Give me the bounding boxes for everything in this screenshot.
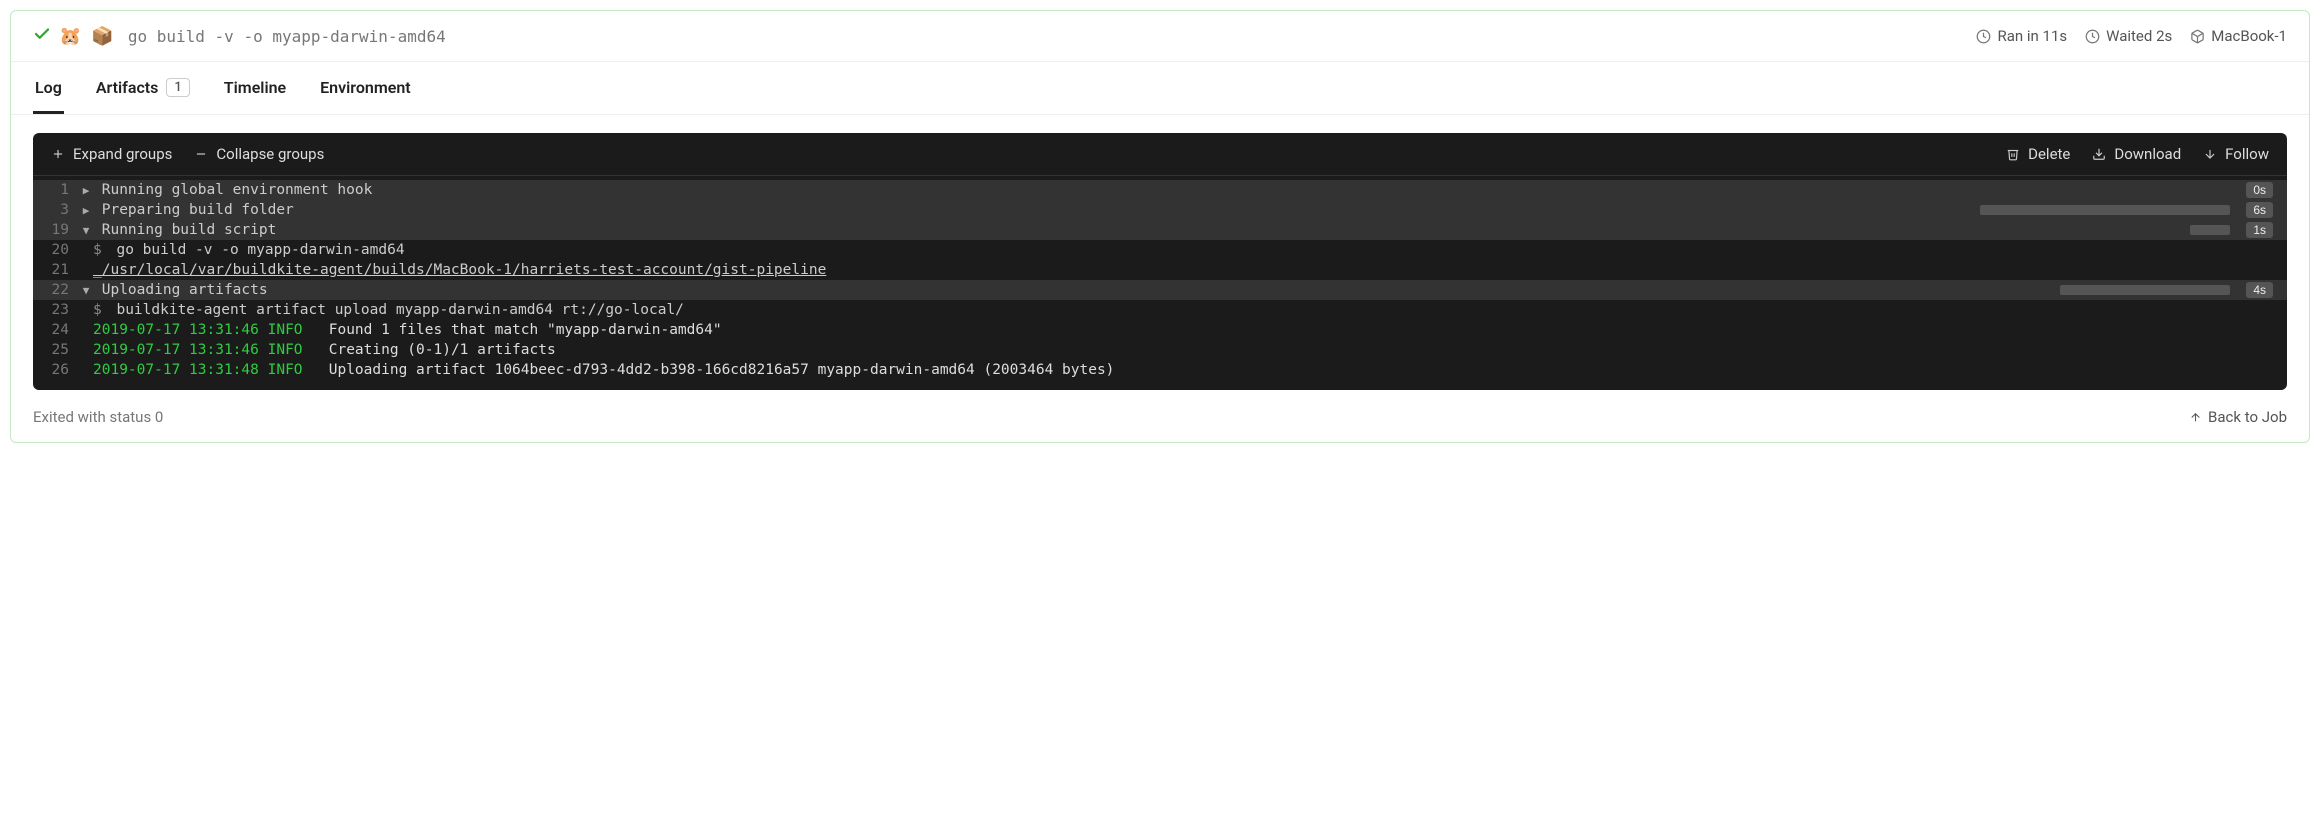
tab-log-label: Log <box>35 78 62 97</box>
log-group-header[interactable]: 22▼ Uploading artifacts 4s <box>33 280 2287 300</box>
line-number: 20 <box>33 242 79 258</box>
log-text: $ buildkite-agent artifact upload myapp-… <box>93 302 2273 318</box>
tab-bar: Log Artifacts 1 Timeline Environment <box>11 62 2309 115</box>
log-line: 20 $ go build -v -o myapp-darwin-amd64 <box>33 240 2287 260</box>
log-group-header[interactable]: 1▶ Running global environment hook 0s <box>33 180 2287 200</box>
log-text: Running global environment hook <box>93 182 2238 198</box>
artifacts-count-badge: 1 <box>166 78 189 97</box>
arrow-up-icon <box>2189 411 2202 424</box>
follow-label: Follow <box>2225 145 2269 163</box>
trash-icon <box>2006 147 2020 161</box>
clock-icon <box>2085 29 2100 44</box>
caret-icon: ▶ <box>79 204 93 217</box>
package-icon: 📦 <box>91 26 113 47</box>
duration-badge: 6s <box>2246 202 2273 218</box>
download-button[interactable]: Download <box>2092 145 2181 163</box>
duration-bar <box>1980 205 2230 215</box>
log-group-header[interactable]: 3▶ Preparing build folder 6s <box>33 200 2287 220</box>
caret-icon: ▼ <box>79 224 93 237</box>
collapse-groups-label: Collapse groups <box>216 145 324 163</box>
exit-status: Exited with status 0 <box>33 408 163 426</box>
log-text: 2019-07-17 13:31:48 INFO Uploading artif… <box>93 362 2273 378</box>
duration-badge: 0s <box>2246 182 2273 198</box>
line-number: 22 <box>33 282 79 298</box>
tab-environment[interactable]: Environment <box>318 62 412 114</box>
delete-button[interactable]: Delete <box>2006 145 2070 163</box>
log-container: Expand groups Collapse groups Delete Dow… <box>11 115 2309 400</box>
minus-icon <box>194 147 208 161</box>
arrow-down-icon <box>2203 147 2217 161</box>
log-text: 2019-07-17 13:31:46 INFO Found 1 files t… <box>93 322 2273 338</box>
log-line: 25 2019-07-17 13:31:46 INFO Creating (0-1… <box>33 340 2287 360</box>
log-text: Uploading artifacts <box>93 282 2060 298</box>
caret-icon: ▼ <box>79 284 93 297</box>
log-body[interactable]: 1▶ Running global environment hook 0s 3▶ P… <box>33 175 2287 390</box>
plus-icon <box>51 147 65 161</box>
follow-button[interactable]: Follow <box>2203 145 2269 163</box>
tab-timeline[interactable]: Timeline <box>222 62 288 114</box>
tab-environment-label: Environment <box>320 78 410 97</box>
job-panel: 🐹 📦 go build -v -o myapp-darwin-amd64 Ra… <box>10 10 2310 443</box>
line-number: 21 <box>33 262 79 278</box>
delete-label: Delete <box>2028 145 2070 163</box>
log-text: 2019-07-17 13:31:46 INFO Creating (0-1)/… <box>93 342 2273 358</box>
line-number: 3 <box>33 202 79 218</box>
duration-bar <box>2060 285 2230 295</box>
agent-label: MacBook-1 <box>2211 27 2287 45</box>
log-text: Running build script <box>93 222 2190 238</box>
log-line: 23 $ buildkite-agent artifact upload myap… <box>33 300 2287 320</box>
waited-meta: Waited 2s <box>2085 27 2172 45</box>
log-text: Preparing build folder <box>93 202 1980 218</box>
duration-badge: 1s <box>2246 222 2273 238</box>
job-footer: Exited with status 0 Back to Job <box>11 400 2309 442</box>
duration-badge: 4s <box>2246 282 2273 298</box>
tab-artifacts-label: Artifacts <box>96 78 159 97</box>
collapse-groups-button[interactable]: Collapse groups <box>194 145 324 163</box>
line-number: 25 <box>33 342 79 358</box>
tab-timeline-label: Timeline <box>224 78 286 97</box>
duration-bar <box>2190 225 2230 235</box>
back-to-job-label: Back to Job <box>2208 408 2287 426</box>
line-number: 23 <box>33 302 79 318</box>
status-passed-icon <box>33 25 51 47</box>
job-command-title: go build -v -o myapp-darwin-amd64 <box>128 27 446 46</box>
cube-icon <box>2190 29 2205 44</box>
log-text: $ go build -v -o myapp-darwin-amd64 <box>93 242 2273 258</box>
gopher-icon: 🐹 <box>59 26 81 47</box>
log-group-header[interactable]: 19▼ Running build script 1s <box>33 220 2287 240</box>
back-to-job-link[interactable]: Back to Job <box>2189 408 2287 426</box>
log-toolbar: Expand groups Collapse groups Delete Dow… <box>33 133 2287 175</box>
agent-meta: MacBook-1 <box>2190 27 2287 45</box>
line-number: 1 <box>33 182 79 198</box>
job-header: 🐹 📦 go build -v -o myapp-darwin-amd64 Ra… <box>11 11 2309 62</box>
caret-icon: ▶ <box>79 184 93 197</box>
log-line: 24 2019-07-17 13:31:46 INFO Found 1 files… <box>33 320 2287 340</box>
expand-groups-label: Expand groups <box>73 145 172 163</box>
log-text: _/usr/local/var/buildkite-agent/builds/M… <box>93 262 2273 278</box>
line-number: 19 <box>33 222 79 238</box>
log-line: 21 _/usr/local/var/buildkite-agent/builds… <box>33 260 2287 280</box>
waited-label: Waited 2s <box>2106 27 2172 45</box>
tab-log[interactable]: Log <box>33 62 64 114</box>
tab-artifacts[interactable]: Artifacts 1 <box>94 62 192 114</box>
clock-icon <box>1976 29 1991 44</box>
line-number: 26 <box>33 362 79 378</box>
log-line: 26 2019-07-17 13:31:48 INFO Uploading art… <box>33 360 2287 380</box>
download-label: Download <box>2114 145 2181 163</box>
ran-in-label: Ran in 11s <box>1997 27 2067 45</box>
line-number: 24 <box>33 322 79 338</box>
expand-groups-button[interactable]: Expand groups <box>51 145 172 163</box>
ran-in-meta: Ran in 11s <box>1976 27 2067 45</box>
download-icon <box>2092 147 2106 161</box>
